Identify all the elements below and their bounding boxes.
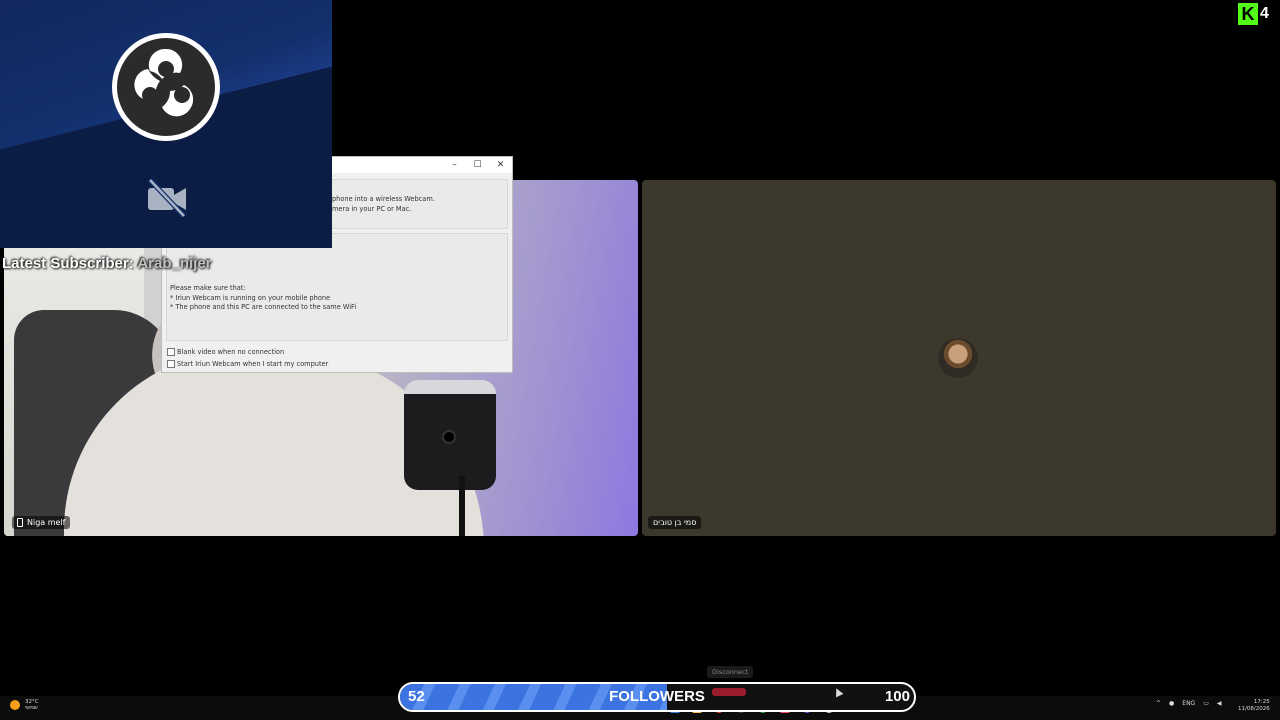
latest-subscriber-label: Latest Subscriber: (2, 255, 138, 272)
blank-video-label: Blank video when no connection (177, 348, 285, 356)
sun-icon (10, 700, 20, 710)
intro-line-2: mera in your PC or Mac. (332, 205, 412, 213)
disconnect-tooltip: Disconnect (707, 666, 754, 678)
webcam-cable (449, 476, 465, 536)
phone-icon (17, 518, 23, 527)
autostart-checkbox[interactable] (167, 360, 175, 368)
close-button[interactable]: ✕ (489, 157, 512, 173)
clock-date: 11/08/2026 (1238, 706, 1270, 712)
kick-logo-count: 4 (1260, 5, 1269, 22)
network-icon[interactable]: ▭ (1203, 700, 1209, 707)
webcam-lens (442, 430, 456, 444)
system-clock[interactable]: 17:25 11/08/2026 (1238, 699, 1270, 713)
requirement-2: * The phone and this PC are connected to… (170, 303, 357, 311)
weather-widget[interactable]: 32°C שמשי (10, 699, 39, 711)
intro-line-1: phone into a wireless Webcam. (332, 195, 435, 203)
participant-name-tag: Niga melf (12, 516, 71, 529)
goal-target-count: 100 (884, 688, 910, 705)
kick-logo: K 4 (1238, 3, 1278, 25)
participant-name: סמי בן טובים (653, 518, 697, 527)
status-group: Please make sure that: * Iriun Webcam is… (166, 233, 508, 341)
volume-icon[interactable]: ◀ (1217, 700, 1222, 707)
kick-logo-letter: K (1238, 3, 1258, 25)
clock-time: 17:25 (1253, 699, 1270, 705)
chevron-up-icon[interactable]: ^ (1156, 700, 1161, 707)
maximize-button[interactable]: ☐ (466, 157, 489, 173)
participant-video-right[interactable]: סמי בן טובים (642, 180, 1276, 536)
weather-desc: שמשי (25, 705, 38, 711)
obs-overlay-panel (0, 0, 332, 248)
language-indicator[interactable]: ENG (1182, 700, 1195, 707)
system-tray[interactable]: ^ ● ENG ▭ ◀ (1156, 700, 1222, 707)
autostart-label: Start Iriun Webcam when I start my compu… (177, 360, 329, 368)
participant-name-tag: סמי בן טובים (648, 516, 702, 529)
blank-video-checkbox[interactable] (167, 348, 175, 356)
requirement-1: * Iriun Webcam is running on your mobile… (170, 294, 331, 302)
latest-subscriber-overlay: Latest Subscriber: Arab_nijer (2, 255, 212, 272)
camera-off-icon (148, 178, 186, 218)
obs-logo-icon (112, 33, 220, 141)
notification-badge (712, 688, 746, 696)
make-sure-text: Please make sure that: (170, 284, 246, 292)
minimize-button[interactable]: – (443, 157, 466, 173)
avatar (938, 338, 978, 378)
microphone-icon[interactable]: ● (1169, 700, 1174, 707)
participant-name: Niga melf (27, 518, 66, 527)
latest-subscriber-name: Arab_nijer (137, 255, 212, 272)
